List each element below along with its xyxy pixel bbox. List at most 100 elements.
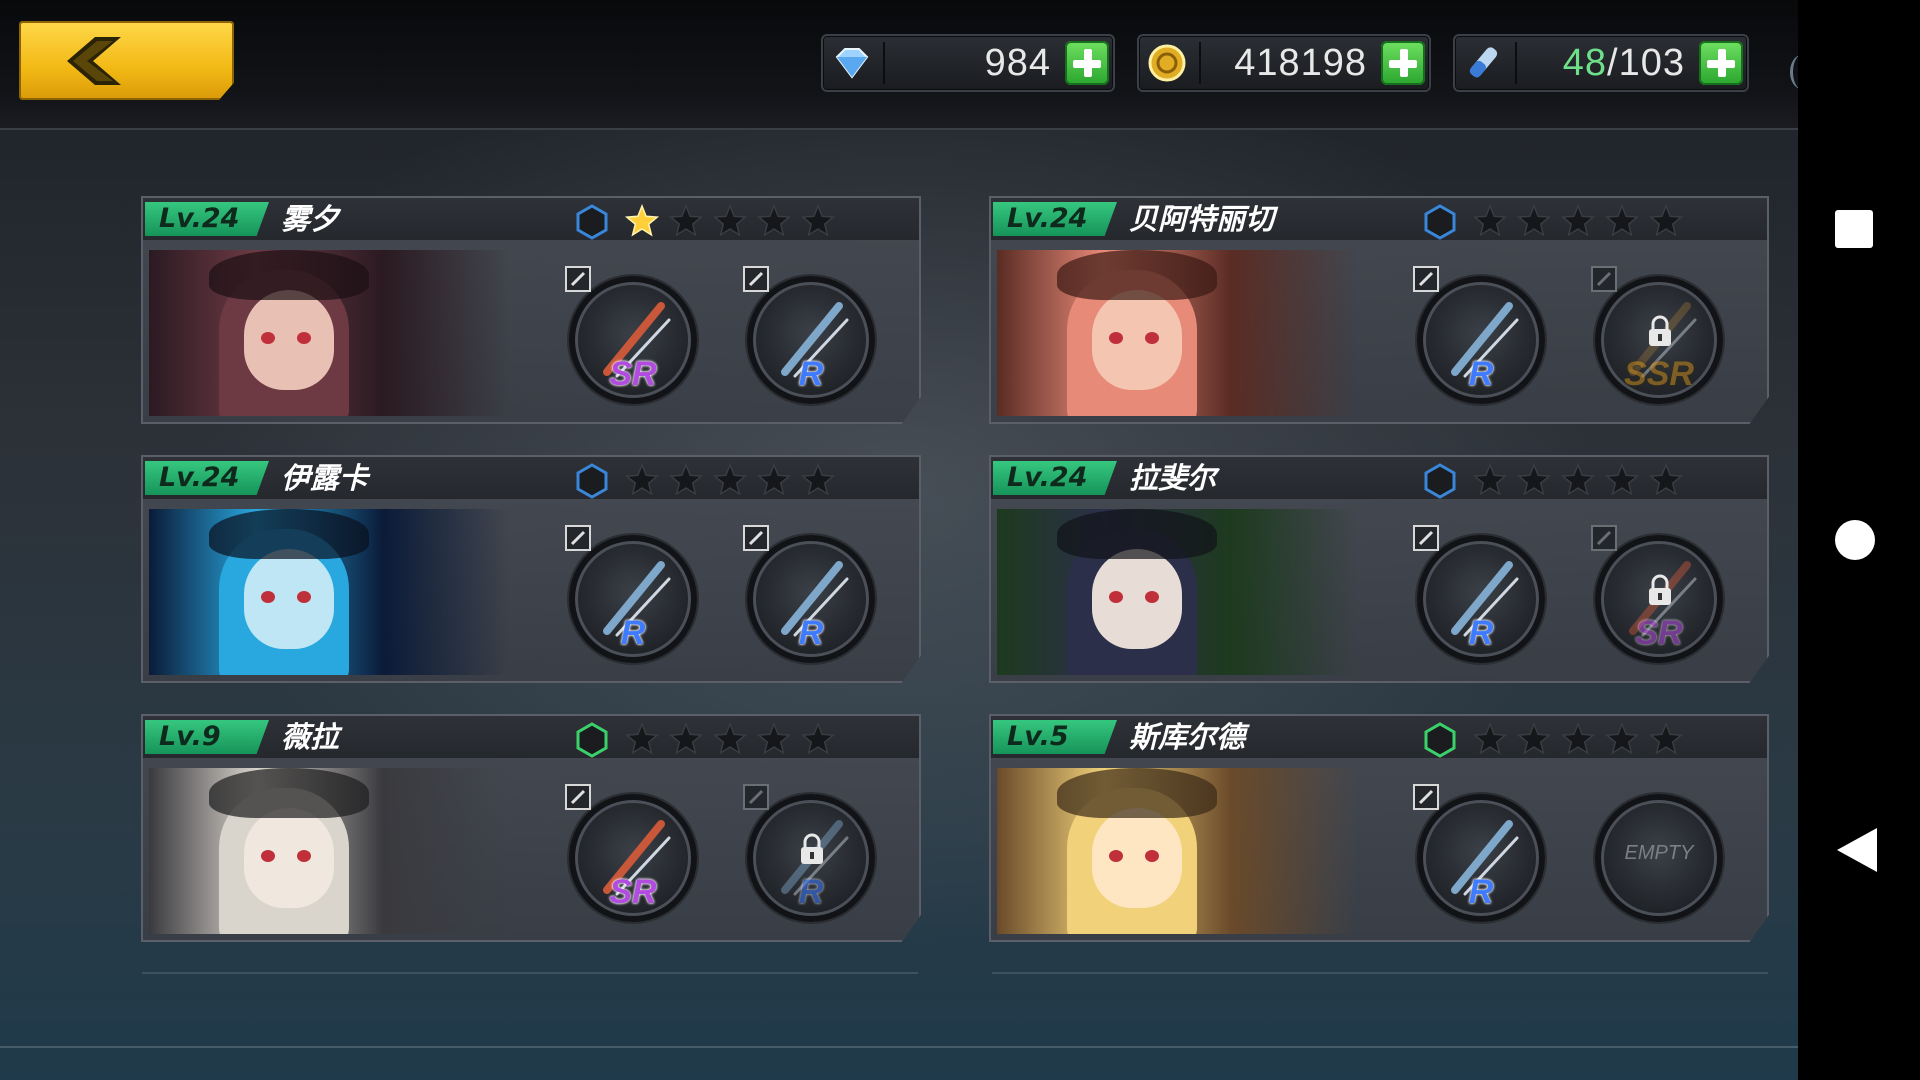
character-name: 伊露卡 bbox=[281, 461, 369, 495]
weapon-slot[interactable]: R bbox=[743, 525, 879, 671]
diamond-icon bbox=[835, 48, 869, 79]
stamina-counter: 48/103 bbox=[1453, 34, 1749, 92]
diamond-counter: 984 bbox=[821, 34, 1115, 92]
weapon-slot[interactable]: R bbox=[743, 784, 879, 930]
class-hexagon-icon bbox=[576, 204, 608, 240]
star-empty-icon bbox=[668, 463, 704, 496]
divider-left bbox=[142, 972, 918, 974]
star-empty-icon bbox=[1473, 722, 1508, 755]
rarity-label: SR bbox=[609, 355, 657, 393]
add-gold-button[interactable] bbox=[1381, 41, 1425, 85]
home-icon[interactable] bbox=[1835, 520, 1875, 560]
star-empty-icon bbox=[1473, 463, 1508, 496]
class-hexagon-icon bbox=[576, 463, 608, 499]
star-empty-icon bbox=[756, 204, 792, 237]
character-name: 薇拉 bbox=[281, 720, 340, 754]
star-rating bbox=[1473, 722, 1683, 755]
character-card[interactable]: Lv.9 薇拉 SR R bbox=[141, 714, 921, 942]
back-button[interactable] bbox=[19, 21, 234, 100]
star-empty-icon bbox=[1516, 204, 1552, 237]
character-name: 斯库尔德 bbox=[1129, 720, 1246, 754]
lock-icon bbox=[1649, 315, 1671, 346]
level-badge: Lv.24 bbox=[145, 461, 269, 495]
star-empty-icon bbox=[756, 463, 792, 496]
rarity-label: R bbox=[798, 355, 824, 393]
star-filled-icon bbox=[625, 204, 660, 237]
rarity-label: R bbox=[620, 614, 646, 652]
class-hexagon-icon bbox=[576, 722, 608, 758]
weapon-slot[interactable]: SR bbox=[565, 266, 701, 412]
add-diamond-button[interactable] bbox=[1065, 41, 1109, 85]
star-empty-icon bbox=[625, 463, 660, 496]
star-empty-icon bbox=[800, 463, 835, 496]
top-bar: 984 418198 48/103 bbox=[0, 0, 1798, 130]
rarity-label: SR bbox=[1635, 614, 1683, 652]
back-icon[interactable] bbox=[1835, 826, 1879, 874]
game-screen: 984 418198 48/103 Lv.24 雾夕 SR R Lv.24 贝阿特丽切 R S… bbox=[0, 0, 1798, 1080]
star-empty-icon bbox=[1648, 463, 1683, 496]
star-empty-icon bbox=[1648, 722, 1683, 755]
character-portrait bbox=[149, 768, 509, 934]
star-empty-icon bbox=[1604, 722, 1640, 755]
level-badge: Lv.24 bbox=[993, 202, 1117, 236]
level-badge: Lv.9 bbox=[145, 720, 269, 754]
star-rating bbox=[625, 204, 835, 237]
level-badge: Lv.24 bbox=[145, 202, 269, 236]
character-card[interactable]: Lv.24 拉斐尔 R SR bbox=[989, 455, 1769, 683]
weapon-slot[interactable]: R bbox=[1413, 266, 1549, 412]
character-card[interactable]: Lv.24 雾夕 SR R bbox=[141, 196, 921, 424]
weapon-slot[interactable]: R bbox=[565, 525, 701, 671]
character-portrait bbox=[149, 250, 509, 416]
rarity-label: R bbox=[1468, 873, 1494, 911]
character-name: 拉斐尔 bbox=[1129, 461, 1217, 495]
star-rating bbox=[625, 463, 835, 496]
character-card[interactable]: Lv.5 斯库尔德 R EMPTY bbox=[989, 714, 1769, 942]
empty-weapon-slot[interactable]: EMPTY bbox=[1591, 784, 1727, 930]
star-empty-icon bbox=[1473, 204, 1508, 237]
star-empty-icon bbox=[756, 722, 792, 755]
weapon-slot[interactable]: SR bbox=[1591, 525, 1727, 671]
gold-value: 418198 bbox=[1234, 42, 1367, 84]
character-card[interactable]: Lv.24 伊露卡 R R bbox=[141, 455, 921, 683]
star-rating bbox=[1473, 204, 1683, 237]
star-empty-icon bbox=[800, 204, 835, 237]
character-portrait bbox=[997, 768, 1357, 934]
rarity-label: SSR bbox=[1624, 355, 1694, 393]
rarity-label: SR bbox=[609, 873, 657, 911]
star-empty-icon bbox=[712, 204, 748, 237]
lock-icon bbox=[801, 833, 823, 864]
rarity-label: R bbox=[1468, 355, 1494, 393]
system-nav-bar bbox=[1798, 0, 1920, 1080]
level-badge: Lv.24 bbox=[993, 461, 1117, 495]
weapon-slot[interactable]: R bbox=[1413, 525, 1549, 671]
star-empty-icon bbox=[800, 722, 835, 755]
weapon-slot[interactable]: SSR bbox=[1591, 266, 1727, 412]
partial-edge-icon bbox=[1790, 55, 1798, 89]
character-name: 雾夕 bbox=[281, 202, 340, 236]
star-empty-icon bbox=[1604, 204, 1640, 237]
star-empty-icon bbox=[1516, 722, 1552, 755]
gold-counter: 418198 bbox=[1137, 34, 1431, 92]
star-rating bbox=[625, 722, 835, 755]
weapon-slot[interactable]: R bbox=[743, 266, 879, 412]
star-empty-icon bbox=[712, 722, 748, 755]
star-empty-icon bbox=[1560, 463, 1596, 496]
weapon-slot[interactable]: SR bbox=[565, 784, 701, 930]
lock-icon bbox=[1649, 574, 1671, 605]
class-hexagon-icon bbox=[1424, 722, 1456, 758]
star-empty-icon bbox=[1604, 463, 1640, 496]
star-empty-icon bbox=[668, 722, 704, 755]
add-stamina-button[interactable] bbox=[1699, 41, 1743, 85]
diamond-value: 984 bbox=[984, 42, 1051, 84]
character-portrait bbox=[997, 250, 1357, 416]
character-card[interactable]: Lv.24 贝阿特丽切 R SSR bbox=[989, 196, 1769, 424]
weapon-slot[interactable]: R bbox=[1413, 784, 1549, 930]
bottom-rule bbox=[0, 1046, 1798, 1048]
recent-apps-icon[interactable] bbox=[1835, 210, 1873, 248]
star-empty-icon bbox=[1648, 204, 1683, 237]
gold-coin-icon bbox=[1148, 44, 1186, 82]
stamina-value: 48/103 bbox=[1562, 42, 1685, 84]
class-hexagon-icon bbox=[1424, 463, 1456, 499]
star-rating bbox=[1473, 463, 1683, 496]
star-empty-icon bbox=[625, 722, 660, 755]
